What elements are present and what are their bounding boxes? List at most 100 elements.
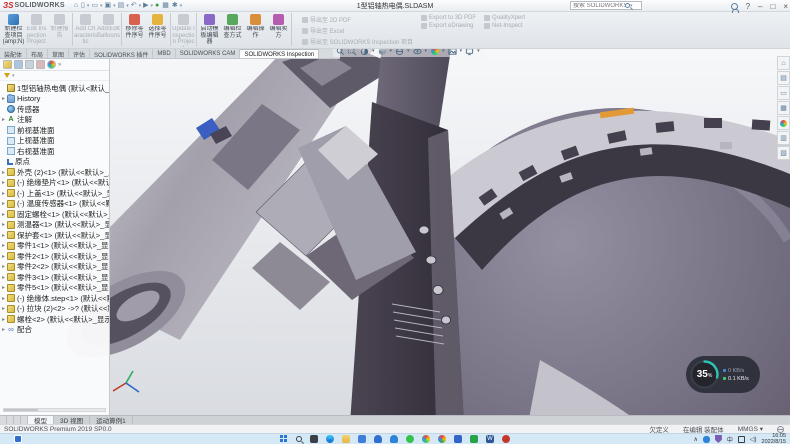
tree-item[interactable]: ▸零件2<1> (默认<<默认>_显示状态 [0, 251, 109, 262]
edit-inspection-methods-button[interactable]: 编辑检查方式 [221, 13, 244, 48]
tree-item[interactable]: ▸保护套<1> (默认<<默认>_显示状 [0, 230, 109, 241]
tree-item[interactable]: ▸(-) 上盖<1> (默认<<默认>_显示状 [0, 188, 109, 199]
select-balloons-button[interactable]: 选择零件序号 [146, 13, 169, 48]
add-characteristic-button[interactable]: Add Characteristic [74, 13, 97, 48]
app-red-icon[interactable] [502, 435, 510, 443]
tab-addins[interactable]: SOLIDWORKS 插件 [90, 49, 153, 58]
file-explorer-icon[interactable]: ▭ [777, 86, 790, 100]
appearances-scenes-icon[interactable] [777, 116, 790, 130]
word-icon[interactable]: W [486, 435, 494, 443]
mail-icon[interactable] [358, 435, 366, 443]
tree-item[interactable]: ▸固定螺栓<1> (默认<<默认>_显示 [0, 209, 109, 220]
edge-icon[interactable] [326, 435, 334, 443]
new-inspection-project-button[interactable]: 新建检查项目 (amp;N) [2, 13, 25, 48]
ime-indicator[interactable]: 中 [727, 435, 733, 444]
tree-item[interactable]: 右视基准面 [0, 146, 109, 157]
tree-item[interactable]: 前视基准面 [0, 125, 109, 136]
propertymanager-tab[interactable] [14, 60, 23, 69]
app-blue-icon[interactable] [454, 435, 462, 443]
tree-root[interactable]: 1型铝轴热电偶 (默认<默认_显示状态-1> [0, 83, 109, 94]
tree-item[interactable]: ▸零件2<2> (默认<<默认>_显示状态 [0, 262, 109, 273]
add-edit-balloons-button[interactable]: Add/Edit Balloons [97, 13, 120, 48]
tab-evaluate[interactable]: 评估 [69, 49, 90, 58]
tree-item[interactable]: ▸螺栓<2> (默认<<默认>_显示状态 [0, 314, 109, 325]
open-file-icon[interactable]: ▭ [90, 1, 99, 10]
tab-scroll-button[interactable] [21, 416, 28, 424]
view-palette-icon[interactable]: ▦ [777, 101, 790, 115]
tab-solidworks-inspection[interactable]: SOLIDWORKS Inspection [240, 49, 319, 58]
tree-item[interactable]: 传感器 [0, 104, 109, 115]
tray-display-icon[interactable] [738, 436, 745, 443]
tab-scroll-button[interactable] [7, 416, 14, 424]
tree-item[interactable]: ▸(-) 拉块 (2)<2> ->? (默认<<默认> [0, 304, 109, 315]
tree-item[interactable]: ▸(-) 绝缘垫片<1> (默认<<默认>_显 [0, 178, 109, 189]
login-icon[interactable] [731, 3, 738, 10]
search-input[interactable] [573, 3, 625, 9]
options-icon[interactable]: ✱ [171, 1, 179, 10]
export-edrawing-button[interactable]: Export eDrawing [421, 23, 476, 29]
taskbar-pinned-app-icon[interactable] [14, 435, 22, 443]
home-icon[interactable]: ⌂ [73, 1, 79, 10]
onedrive-icon[interactable] [390, 435, 398, 443]
tree-item[interactable]: ▸∞配合 [0, 325, 109, 336]
update-inspection-project-button[interactable]: Update Inspection Project [172, 13, 195, 48]
save-icon[interactable]: ▣ [103, 1, 112, 10]
chrome-icon[interactable] [438, 435, 446, 443]
new-file-icon[interactable]: ▯ [80, 1, 86, 10]
taskbar-search-icon[interactable] [296, 436, 302, 442]
tree-item[interactable]: ▸History [0, 94, 109, 105]
tree-item[interactable]: 原点 [0, 157, 109, 168]
file-explorer-icon[interactable] [342, 435, 350, 443]
net-inspect-button[interactable]: Net-Inspect [484, 23, 525, 29]
tab-mbd[interactable]: MBD [153, 49, 175, 58]
close-button[interactable]: × [783, 2, 788, 11]
qualityxpert-button[interactable]: QualityXpert [484, 15, 525, 21]
tab-assembly[interactable]: 装配体 [0, 49, 27, 58]
design-library-icon[interactable]: ▤ [777, 71, 790, 85]
edit-inspection-project-button[interactable]: Edit Inspection Project [25, 13, 48, 48]
tab-layout[interactable]: 布局 [27, 49, 48, 58]
tree-item[interactable]: ▸测温器<1> (默认<<默认>_显示状 [0, 220, 109, 231]
export-excel-button[interactable]: 导出至 Excel [302, 26, 413, 35]
dimxpertmanager-tab[interactable] [36, 60, 45, 69]
tree-filter[interactable]: ▾ [0, 71, 109, 81]
hidden-icons-chevron[interactable]: ∧ [693, 436, 697, 443]
help-search[interactable]: ▾ [570, 1, 642, 10]
units-selector[interactable]: MMGS ▾ [738, 425, 763, 433]
restore-button[interactable]: □ [770, 2, 775, 11]
tray-onedrive-icon[interactable] [703, 436, 710, 443]
rebuild-icon[interactable]: ● [154, 1, 160, 10]
tab-sketch[interactable]: 草图 [48, 49, 69, 58]
edit-operations-button[interactable]: 编辑操作 [244, 13, 267, 48]
store-icon[interactable] [374, 435, 382, 443]
launch-template-editor-button[interactable]: 启动模板编辑器 [198, 13, 221, 48]
tree-item[interactable]: ▸零件5<1> (默认<<默认>_显示状态 [0, 283, 109, 294]
tree-item[interactable]: ▸零件3<1> (默认<<默认>_显示状态 [0, 272, 109, 283]
minimize-button[interactable]: – [758, 2, 762, 11]
panel-tabs-overflow[interactable]: » [58, 62, 61, 68]
clock[interactable]: 16:05 2022/8/15 [762, 433, 786, 444]
export-2d-pdf-button[interactable]: 导出至 2D PDF [302, 15, 413, 24]
tab-motion-study[interactable]: 运动算例1 [90, 416, 133, 424]
tray-security-shield-icon[interactable] [715, 435, 722, 443]
select-icon[interactable]: ▶ [142, 1, 149, 10]
tree-item[interactable]: ▸零件1<1> (默认<<默认>_显示状态 [0, 241, 109, 252]
custom-properties-icon[interactable]: ▥ [777, 131, 790, 145]
task-view-icon[interactable] [310, 435, 318, 443]
tray-volume-icon[interactable]: ◁) [750, 436, 757, 443]
app-green-icon[interactable] [470, 435, 478, 443]
tab-scroll-button[interactable] [0, 416, 7, 424]
wechat-icon[interactable] [406, 435, 414, 443]
tab-model[interactable]: 模型 [28, 416, 54, 424]
remove-balloons-button[interactable]: 移除零件序号 [123, 13, 146, 48]
solidworks-forum-icon[interactable]: ▧ [777, 146, 790, 160]
search-icon[interactable] [625, 3, 630, 8]
tab-solidworks-cam[interactable]: SOLIDWORKS CAM [176, 49, 241, 58]
new-report-button[interactable]: 新建报告 [48, 13, 71, 48]
file-properties-icon[interactable]: ▦ [161, 1, 170, 10]
tree-item[interactable]: 上视基准面 [0, 136, 109, 147]
solidworks-resources-icon[interactable]: ⌂ [777, 56, 790, 70]
print-icon[interactable]: ▤ [117, 1, 126, 10]
tree-item[interactable]: ▸(-) 温度传感器<1> (默认<<默认>_ [0, 199, 109, 210]
help-button[interactable]: ? [746, 2, 750, 11]
